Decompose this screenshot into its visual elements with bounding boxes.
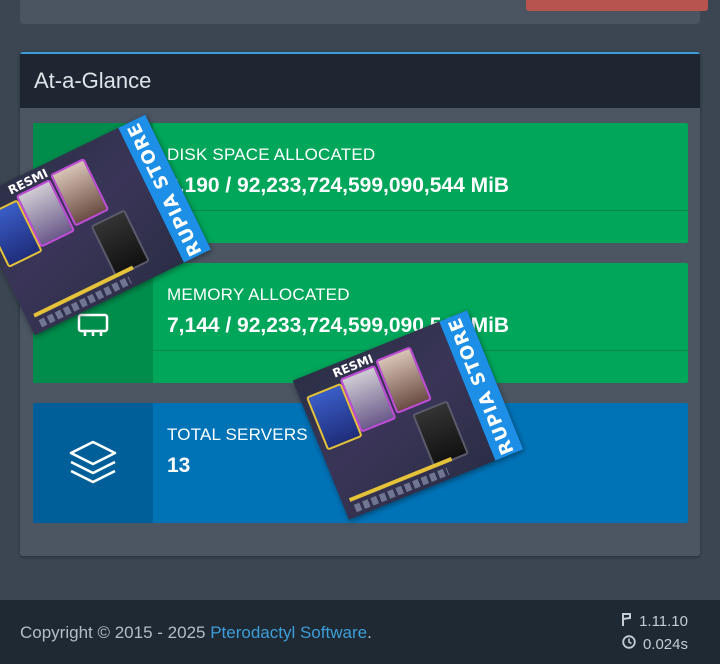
copyright-suffix: . bbox=[367, 623, 372, 642]
info-box-label: TOTAL SERVERS bbox=[167, 425, 308, 444]
pterodactyl-link[interactable]: Pterodactyl Software bbox=[210, 623, 367, 642]
danger-button[interactable] bbox=[526, 0, 708, 11]
promo-card bbox=[90, 209, 151, 279]
version-info: 1.11.10 bbox=[620, 612, 688, 631]
info-box-label: DISK SPACE ALLOCATED bbox=[167, 145, 376, 164]
code-branch-icon bbox=[620, 612, 632, 631]
info-box-value: 8,190 / 92,233,724,599,090,544 MiB bbox=[167, 174, 510, 197]
render-time-info: 0.024s bbox=[622, 635, 688, 653]
previous-panel bbox=[20, 0, 708, 24]
promo-card bbox=[412, 400, 470, 469]
version-number: 1.11.10 bbox=[639, 613, 688, 630]
divider bbox=[153, 210, 688, 211]
info-box-label: MEMORY ALLOCATED bbox=[167, 285, 350, 304]
page-footer: Copyright © 2015 - 2025 Pterodactyl Soft… bbox=[0, 600, 720, 664]
copyright-text: Copyright © 2015 - 2025 Pterodactyl Soft… bbox=[20, 623, 372, 643]
copyright-prefix: Copyright © 2015 - 2025 bbox=[20, 623, 211, 642]
render-time: 0.024s bbox=[642, 635, 688, 653]
info-box-value: 13 bbox=[167, 454, 191, 477]
clock-icon bbox=[622, 635, 636, 653]
stack-layers-icon bbox=[33, 403, 153, 523]
box-header: At-a-Glance bbox=[20, 54, 700, 108]
box-title: At-a-Glance bbox=[34, 68, 152, 93]
